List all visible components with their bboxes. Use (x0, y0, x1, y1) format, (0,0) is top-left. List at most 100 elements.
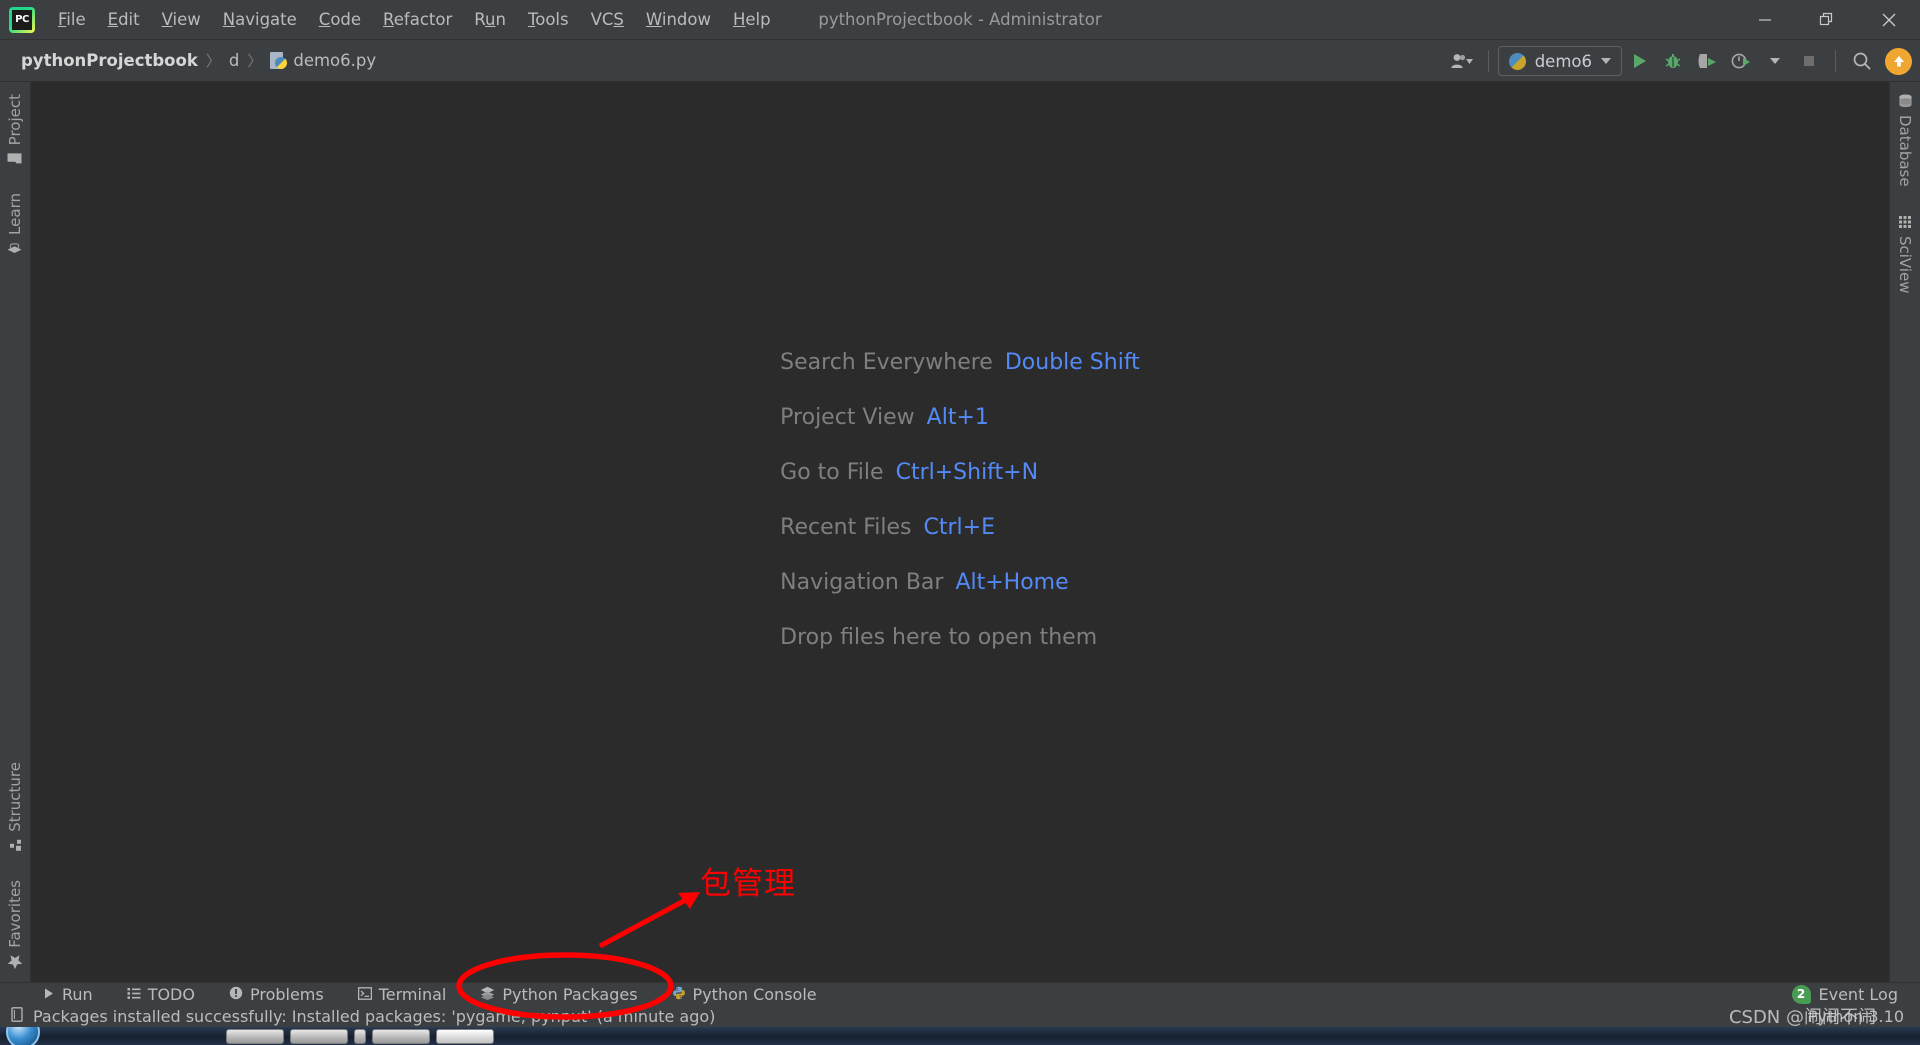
terminal-icon (357, 985, 372, 1004)
debug-button[interactable] (1656, 45, 1690, 77)
taskbar-window-4[interactable] (372, 1028, 430, 1044)
sidebar-item-sciview[interactable]: SciView (1894, 209, 1916, 300)
close-button[interactable] (1858, 0, 1920, 40)
taskbar-window-2[interactable] (290, 1028, 348, 1044)
hint-label: Navigation Bar (780, 570, 944, 595)
tool-window-todo[interactable]: TODO (123, 983, 199, 1006)
list-icon (127, 985, 141, 1004)
play-icon (42, 985, 55, 1004)
stop-icon (1804, 56, 1814, 66)
menu-refactor[interactable]: Refactor (372, 7, 463, 32)
tool-window-problems-label: Problems (249, 984, 324, 1004)
breadcrumb-project[interactable]: pythonProjectbook (16, 49, 203, 72)
hint-drop-label: Drop files here to open them (780, 625, 1098, 650)
bug-icon (1665, 54, 1681, 68)
graduation-cap-icon (8, 242, 23, 255)
hint-shortcut: Ctrl+Shift+N (895, 460, 1039, 485)
warning-icon (229, 985, 243, 1004)
search-icon[interactable] (1845, 45, 1879, 77)
menu-window-rest: indow (661, 10, 711, 29)
profile-dropdown[interactable] (1758, 45, 1792, 77)
menu-file[interactable]: File (47, 7, 97, 32)
pycharm-logo-icon (9, 6, 35, 33)
editor-empty-area: Search Everywhere Double Shift Project V… (31, 82, 1889, 982)
menu-navigate[interactable]: Navigate (212, 7, 308, 32)
interpreter-indicator[interactable]: Python 3.10 (1808, 1007, 1904, 1026)
update-available-icon[interactable] (1885, 47, 1912, 75)
sidebar-item-sciview-label: SciView (1896, 235, 1914, 294)
menu-code[interactable]: Code (308, 7, 372, 32)
menu-vcs[interactable]: VCS (580, 7, 635, 32)
breadcrumb-folder[interactable]: d (224, 49, 244, 72)
run-configuration-selector[interactable]: demo6 (1497, 46, 1622, 76)
sidebar-item-structure[interactable]: Structure (4, 756, 26, 858)
tool-window-todo-label: TODO (147, 984, 195, 1004)
bottom-tool-window-bar: Run TODO Problems Terminal Python Packag… (0, 982, 1920, 1005)
python-icon (672, 985, 686, 1004)
folder-icon (8, 152, 23, 165)
sidebar-item-favorites[interactable]: Favorites (4, 874, 26, 976)
tool-window-python-console[interactable]: Python Console (668, 983, 821, 1006)
taskbar-window-3[interactable] (354, 1028, 366, 1044)
menu-edit[interactable]: Edit (97, 7, 151, 32)
menu-help[interactable]: Help (722, 7, 782, 32)
run-button[interactable] (1622, 45, 1656, 77)
navigation-bar: pythonProjectbook 〉 d 〉 demo6.py demo6 (0, 40, 1920, 82)
menu-navigate-rest: avigate (235, 10, 297, 29)
title-bar: File Edit View Navigate Code Refactor Ru… (0, 0, 1920, 40)
user-account-icon[interactable] (1445, 45, 1479, 77)
windows-taskbar (0, 1027, 1920, 1045)
profiler-icon (1731, 53, 1750, 69)
menu-tools[interactable]: Tools (517, 7, 580, 32)
tool-window-python-packages[interactable]: Python Packages (476, 983, 641, 1006)
tool-window-run[interactable]: Run (38, 983, 97, 1006)
sidebar-item-favorites-label: Favorites (6, 880, 24, 948)
event-log-label: Event Log (1818, 984, 1899, 1004)
coverage-icon (1698, 54, 1716, 68)
minimize-button[interactable] (1734, 0, 1796, 40)
python-file-icon (270, 52, 288, 69)
menu-run-rest: n (495, 10, 506, 29)
star-icon (7, 955, 23, 970)
breadcrumb-file[interactable]: demo6.py (265, 49, 381, 72)
event-log-button[interactable]: 2 Event Log (1791, 984, 1899, 1004)
hint-go-to-file: Go to File Ctrl+Shift+N (780, 462, 1140, 484)
sidebar-item-project[interactable]: Project (4, 88, 26, 171)
navbar-divider-2 (1835, 50, 1836, 72)
window-controls (1734, 0, 1920, 40)
hint-navigation-bar: Navigation Bar Alt+Home (780, 572, 1140, 594)
start-button-icon[interactable] (6, 1027, 40, 1045)
taskbar-window-5[interactable] (436, 1028, 494, 1044)
hint-shortcut: Alt+Home (955, 570, 1069, 595)
grid-icon (1898, 215, 1912, 229)
tool-window-terminal[interactable]: Terminal (354, 983, 451, 1006)
sidebar-item-learn[interactable]: Learn (4, 187, 26, 261)
tool-window-terminal-label: Terminal (378, 984, 447, 1004)
sidebar-item-structure-label: Structure (6, 762, 24, 833)
close-icon (1882, 13, 1896, 27)
hint-recent-files: Recent Files Ctrl+E (780, 517, 1140, 539)
menu-code-rest: ode (330, 10, 362, 29)
profile-button[interactable] (1724, 45, 1758, 77)
left-tool-strip: Project Learn Structure Favorites (0, 82, 31, 982)
bottom-tool-items: Run TODO Problems Terminal Python Packag… (38, 983, 821, 1006)
stop-button[interactable] (1792, 45, 1826, 77)
menu-view[interactable]: View (151, 7, 212, 32)
tool-window-run-label: Run (62, 984, 93, 1004)
status-message-container[interactable]: Packages installed successfully: Install… (10, 1007, 715, 1026)
restore-icon (1819, 12, 1833, 26)
run-with-coverage-button[interactable] (1690, 45, 1724, 77)
taskbar-window-1[interactable] (226, 1028, 284, 1044)
menu-run[interactable]: Run (463, 7, 517, 32)
event-log-count: 2 (1791, 984, 1811, 1004)
menu-window[interactable]: Window (635, 7, 722, 32)
sidebar-item-database[interactable]: Database (1894, 88, 1916, 193)
tool-window-problems[interactable]: Problems (225, 983, 328, 1006)
hint-search-everywhere: Search Everywhere Double Shift (780, 352, 1140, 374)
hint-label: Recent Files (780, 515, 912, 540)
menu-bar: File Edit View Navigate Code Refactor Ru… (47, 7, 782, 32)
menu-refactor-rest: efactor (393, 10, 453, 29)
restore-button[interactable] (1796, 0, 1858, 40)
tool-window-python-console-label: Python Console (692, 984, 817, 1004)
navbar-divider-1 (1487, 50, 1489, 72)
